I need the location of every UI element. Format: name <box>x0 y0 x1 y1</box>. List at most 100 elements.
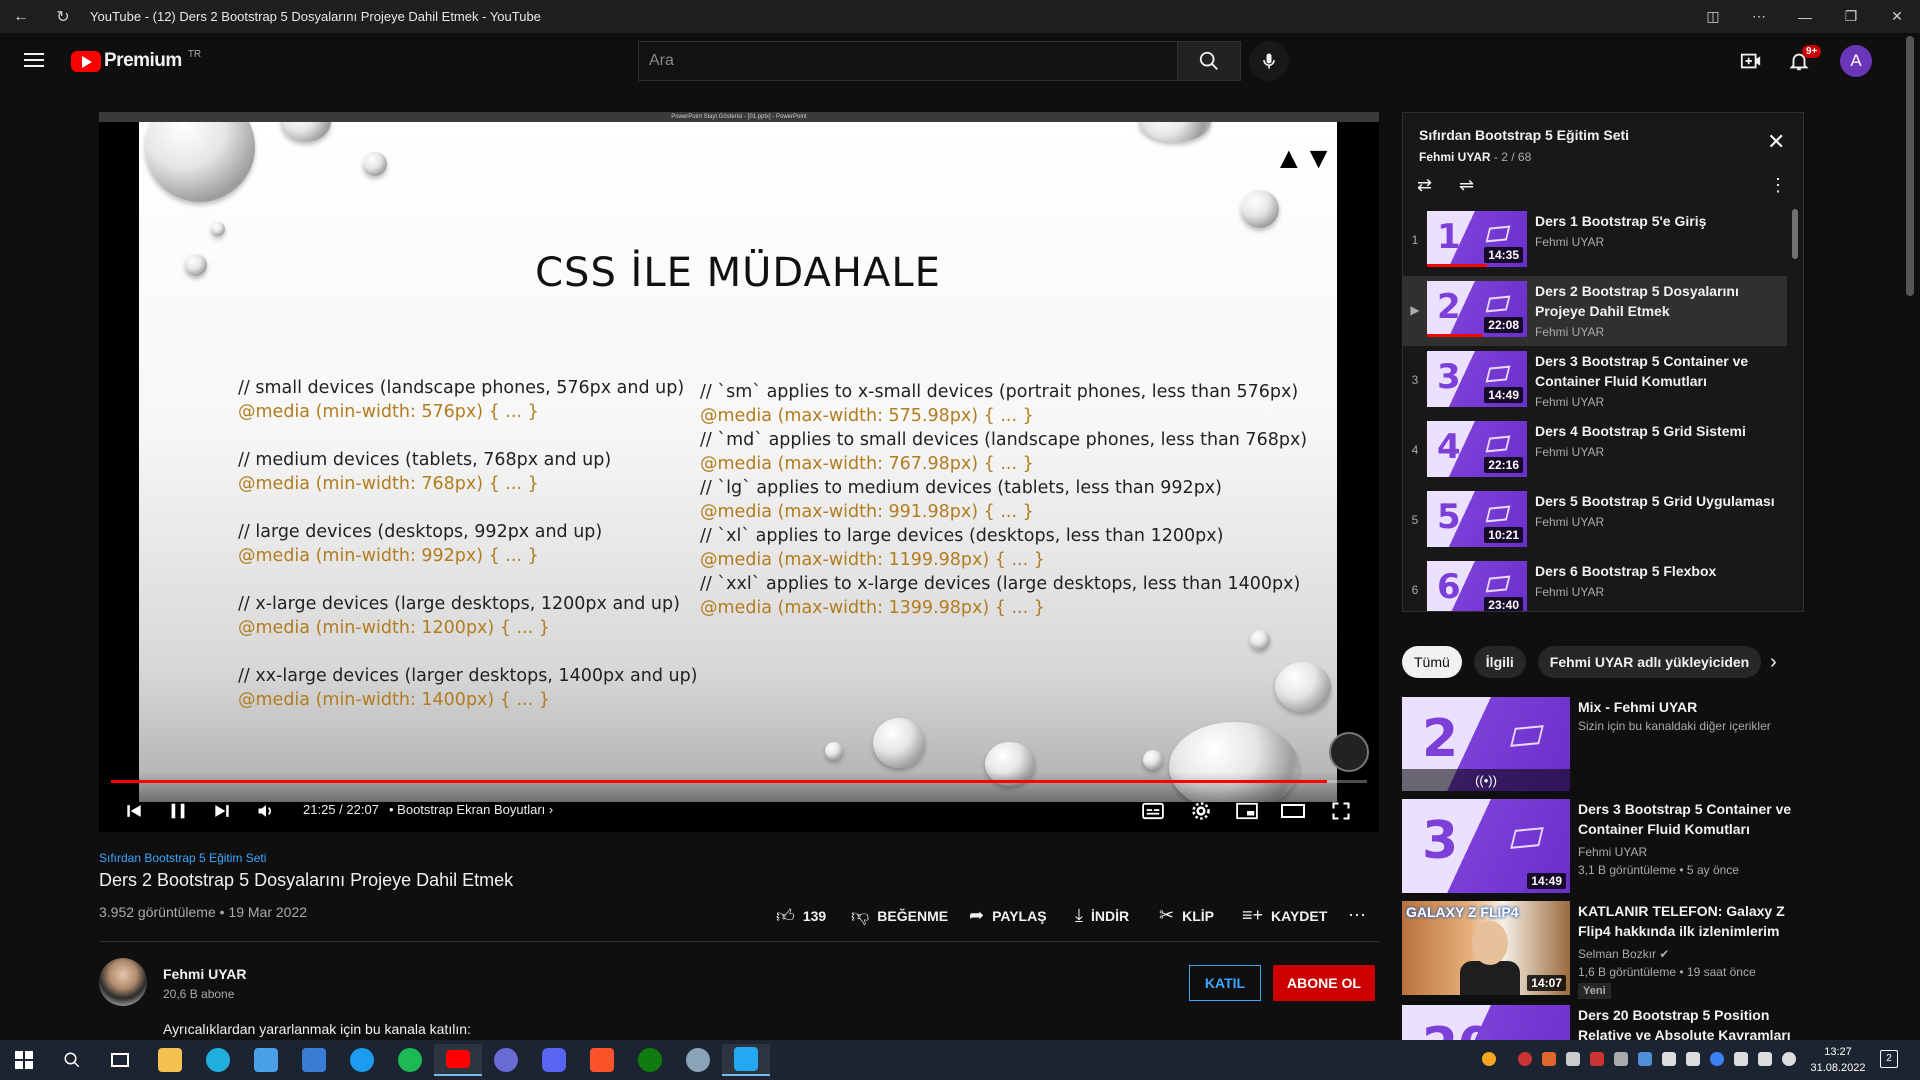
tray-icon[interactable] <box>1662 1052 1676 1066</box>
search-taskbar-button[interactable] <box>48 1044 96 1076</box>
clip-button[interactable]: ✂ KLİP <box>1159 905 1214 926</box>
account-avatar[interactable]: A <box>1840 45 1872 77</box>
download-button[interactable]: ⤓ İNDİR <box>1075 905 1129 926</box>
restore-button[interactable]: ❐ <box>1828 0 1874 33</box>
channel-name[interactable]: Fehmi UYAR <box>163 966 247 982</box>
playlist-item[interactable]: 4 4 22:16 Ders 4 Bootstrap 5 Grid Sistemi… <box>1403 416 1787 486</box>
settings-button[interactable] <box>1187 797 1215 825</box>
volume-tray-icon[interactable] <box>1782 1052 1796 1066</box>
vscode-icon[interactable] <box>722 1044 770 1076</box>
chip-from-uploader[interactable]: Fehmi UYAR adlı yükleyiciden <box>1537 646 1762 678</box>
task-view-icon[interactable] <box>96 1044 144 1076</box>
app-icon[interactable] <box>674 1044 722 1076</box>
playlist-link[interactable]: Sıfırdan Bootstrap 5 Eğitim Seti <box>99 851 266 865</box>
previous-button[interactable] <box>119 797 149 825</box>
chapter-title[interactable]: • Bootstrap Ekran Boyutları › <box>389 802 553 817</box>
playlist-title[interactable]: Sıfırdan Bootstrap 5 Eğitim Seti <box>1419 127 1629 143</box>
subtitles-button[interactable] <box>1139 797 1167 825</box>
recommendation-item[interactable]: GALAXY Z FLIP4 14:07 KATLANIR TELEFON: Ga… <box>1402 901 1822 999</box>
thumbnail-number: 4 <box>1437 427 1461 467</box>
search-input[interactable]: Ara <box>638 41 1178 81</box>
progress-bar[interactable] <box>111 780 1367 783</box>
fullscreen-button[interactable] <box>1327 797 1355 825</box>
gear-icon <box>1192 802 1210 820</box>
recommendation-item[interactable]: 3 14:49 Ders 3 Bootstrap 5 Container ve C… <box>1402 799 1822 893</box>
pause-button[interactable] <box>163 797 193 825</box>
chip-all[interactable]: Tümü <box>1402 646 1462 678</box>
recommendation-views: 3,1 B görüntüleme • 5 ay önce <box>1578 863 1739 877</box>
join-button[interactable]: KATIL <box>1189 965 1261 1001</box>
tray-icon[interactable] <box>1482 1052 1496 1066</box>
loop-icon[interactable]: ⇄ <box>1417 175 1432 196</box>
dislike-button[interactable]: 👎︎ BEĞENME <box>851 905 948 927</box>
tray-icon[interactable] <box>1638 1052 1652 1066</box>
theater-mode-button[interactable] <box>1279 797 1307 825</box>
playlist-scrollbar[interactable] <box>1792 209 1798 259</box>
battery-icon[interactable] <box>1734 1052 1748 1066</box>
tray-icon[interactable] <box>1686 1052 1700 1066</box>
page-scrollbar[interactable] <box>1906 36 1914 296</box>
twitter-icon[interactable] <box>338 1044 386 1076</box>
store-icon[interactable] <box>242 1044 290 1076</box>
chevron-right-icon[interactable]: › <box>1770 651 1777 674</box>
minimize-button[interactable]: — <box>1782 0 1828 33</box>
chip-related[interactable]: İlgili <box>1473 646 1526 678</box>
network-icon[interactable] <box>1758 1052 1772 1066</box>
playlist-item-current[interactable]: ▶ 2 22:08 Ders 2 Bootstrap 5 Dosyalarını … <box>1403 276 1787 346</box>
xbox-icon[interactable] <box>626 1044 674 1076</box>
bluetooth-icon[interactable] <box>1710 1052 1724 1066</box>
mail-icon[interactable] <box>290 1044 338 1076</box>
tray-icon[interactable] <box>1590 1052 1604 1066</box>
miniplayer-button[interactable] <box>1233 797 1261 825</box>
start-button[interactable] <box>0 1044 48 1076</box>
back-arrow-icon[interactable]: ← <box>0 0 42 33</box>
clock[interactable]: 13:27 31.08.2022 <box>1805 1044 1871 1076</box>
tray-icon[interactable] <box>1566 1052 1580 1066</box>
save-button[interactable]: ≡+ KAYDET <box>1242 905 1327 926</box>
file-explorer-icon[interactable] <box>146 1044 194 1076</box>
next-button[interactable] <box>207 797 237 825</box>
volume-button[interactable] <box>251 797 281 825</box>
shuffle-icon[interactable]: ⇌ <box>1459 175 1474 196</box>
channel-avatar[interactable] <box>99 958 147 1006</box>
brave-icon[interactable] <box>578 1044 626 1076</box>
share-button[interactable]: ➦ PAYLAŞ <box>969 905 1047 926</box>
playlist-author[interactable]: Fehmi UYAR <box>1419 150 1491 164</box>
thumbnail-number: 1 <box>1437 217 1461 257</box>
create-video-button[interactable] <box>1734 44 1768 78</box>
playlist-item[interactable]: 1 1 14:35 Ders 1 Bootstrap 5'e Giriş Fehmi… <box>1403 206 1787 276</box>
notifications-button[interactable]: 9+ <box>1782 44 1822 78</box>
playlist-item[interactable]: 5 5 10:21 Ders 5 Bootstrap 5 Grid Uygulam… <box>1403 486 1787 556</box>
like-button[interactable]: 👍︎ 139 <box>776 905 826 927</box>
more-actions-button[interactable]: ⋯ <box>1348 905 1374 926</box>
youtube-taskbar-icon[interactable] <box>434 1044 482 1076</box>
subscribe-button[interactable]: ABONE OL <box>1273 965 1375 1001</box>
recommendation-item[interactable]: 20 Ders 20 Bootstrap 5 Position Relative… <box>1402 1005 1822 1040</box>
refresh-icon[interactable]: ↻ <box>42 0 84 33</box>
youtube-premium-logo[interactable]: Premium TR <box>71 49 201 72</box>
spotify-icon[interactable] <box>386 1044 434 1076</box>
microphone-icon <box>1263 53 1275 69</box>
tray-icon[interactable] <box>1542 1052 1556 1066</box>
more-vertical-icon[interactable]: ⋮ <box>1769 175 1787 196</box>
search-button[interactable] <box>1177 41 1241 81</box>
edge-icon[interactable] <box>194 1044 242 1076</box>
notification-center-icon[interactable]: 2 <box>1880 1050 1898 1068</box>
app-icon[interactable] <box>482 1044 530 1076</box>
more-icon[interactable]: ⋯ <box>1736 0 1782 33</box>
app-icon[interactable]: ◫ <box>1690 0 1736 33</box>
video-player[interactable]: PowerPoint Slayt Gösterisi - [01.pptx] -… <box>99 112 1379 832</box>
watched-bar <box>1427 334 1483 337</box>
item-info: Ders 2 Bootstrap 5 Dosyalarını Projeye D… <box>1535 281 1775 339</box>
discord-icon[interactable] <box>530 1044 578 1076</box>
close-window-button[interactable]: ✕ <box>1874 0 1920 33</box>
voice-search-button[interactable] <box>1249 41 1289 81</box>
close-icon[interactable]: ✕ <box>1767 129 1785 155</box>
tray-icon[interactable] <box>1614 1052 1628 1066</box>
tray-icon[interactable] <box>1518 1052 1532 1066</box>
playlist-item[interactable]: 3 3 14:49 Ders 3 Bootstrap 5 Container ve… <box>1403 346 1787 416</box>
hamburger-menu-icon[interactable] <box>22 49 46 73</box>
playlist-item[interactable]: 6 6 23:40 Ders 6 Bootstrap 5 Flexbox Fehmi… <box>1403 556 1787 611</box>
slideshow-nav-button[interactable] <box>1329 732 1369 772</box>
recommendation-item[interactable]: 2 ((•)) Mix - Fehmi UYAR Sizin için bu kan… <box>1402 697 1822 791</box>
